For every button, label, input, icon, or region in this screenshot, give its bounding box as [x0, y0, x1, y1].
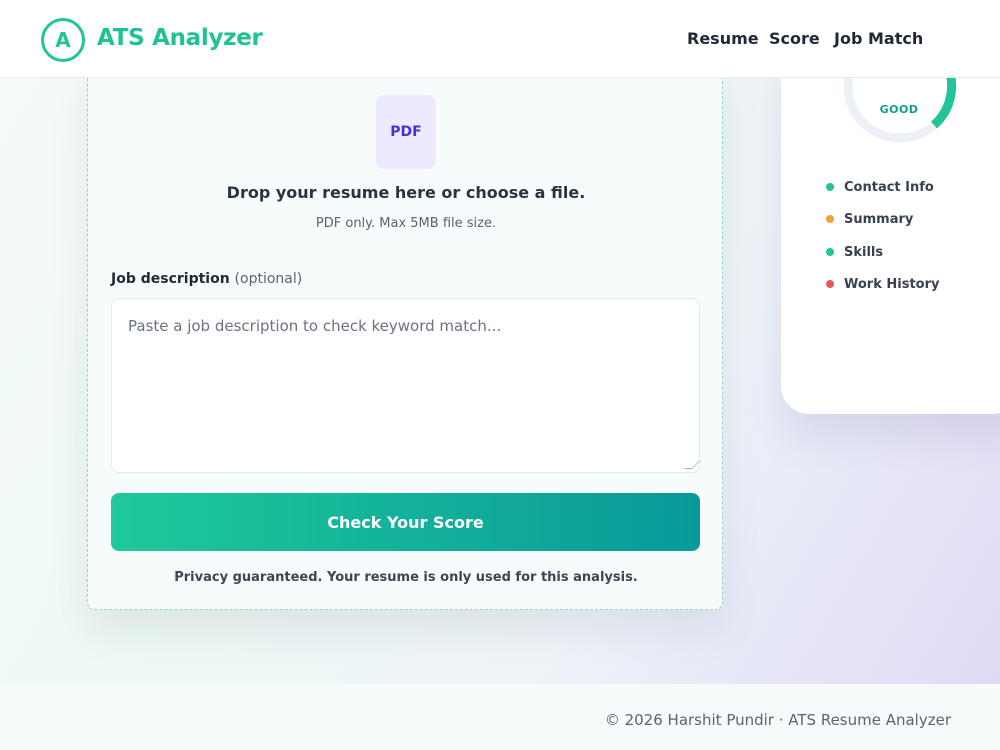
status-dot	[826, 214, 834, 223]
status-dot	[826, 279, 834, 288]
dropzone-subtitle: PDF only. Max 5MB file size.	[315, 216, 497, 231]
nav-item-score[interactable]: Score	[769, 29, 820, 48]
privacy-note: Privacy guaranteed. Your resume is only …	[174, 570, 638, 585]
top-header: A ATS Analyzer Resume Score Job Match	[0, 0, 1000, 78]
job-description-label: Job description (optional)	[111, 271, 303, 287]
logo-icon[interactable]: A	[41, 18, 85, 62]
check-item-summary: Summary	[826, 212, 913, 227]
status-dot	[826, 247, 834, 256]
status-dot	[826, 182, 834, 191]
brand-name[interactable]: ATS Analyzer	[97, 25, 263, 51]
job-description-input[interactable]	[111, 298, 700, 473]
check-item-contact-info: Contact Info	[826, 180, 934, 195]
pdf-file-icon[interactable]: PDF	[376, 95, 436, 169]
footer-copyright: © 2026 Harshit Pundir · ATS Resume Analy…	[604, 711, 951, 729]
dropzone-title[interactable]: Drop your resume here or choose a file.	[88, 183, 724, 202]
check-score-button[interactable]: Check Your Score	[111, 493, 700, 551]
check-item-work-history: Work History	[826, 277, 940, 292]
upload-card: PDF Drop your resume here or choose a fi…	[87, 60, 723, 610]
page-footer: © 2026 Harshit Pundir · ATS Resume Analy…	[0, 684, 1000, 750]
check-item-skills: Skills	[826, 245, 883, 260]
score-gauge-label: GOOD	[879, 103, 919, 116]
nav-item-resume[interactable]: Resume	[687, 29, 759, 48]
nav-item-job-match[interactable]: Job Match	[834, 29, 923, 48]
